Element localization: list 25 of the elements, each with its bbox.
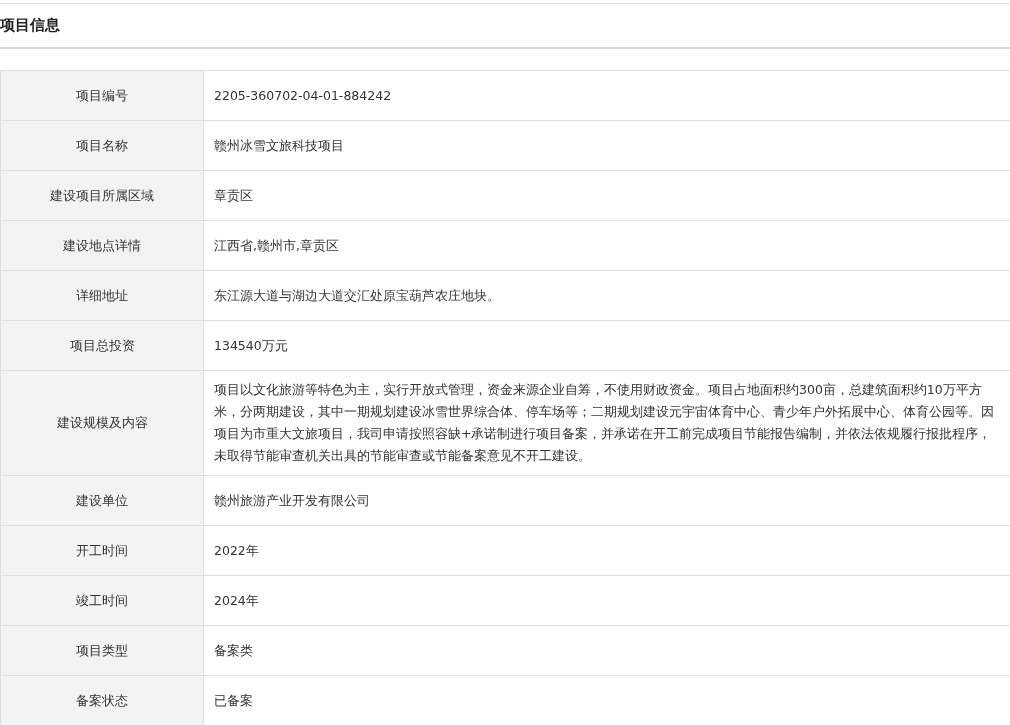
field-value: 备案类: [213, 641, 254, 660]
field-label: 详细地址: [1, 271, 204, 320]
field-label: 竣工时间: [1, 576, 204, 625]
field-label: 项目总投资: [1, 321, 204, 370]
field-value: 赣州旅游产业开发有限公司: [213, 491, 371, 510]
field-value: 2205-360702-04-01-884242: [213, 86, 393, 105]
section-title: 项目信息: [0, 15, 60, 37]
field-value: 2024年: [213, 591, 260, 610]
field-label: 项目名称: [1, 121, 204, 170]
field-value: 2022年: [213, 541, 260, 560]
field-label: 建设项目所属区域: [1, 171, 204, 220]
field-value: 134540万元: [213, 336, 289, 355]
field-value: 江西省,赣州市,章贡区: [213, 236, 340, 255]
field-value: 已备案: [213, 691, 254, 710]
field-label: 备案状态: [1, 676, 204, 725]
field-label: 项目类型: [1, 626, 204, 675]
field-value: 赣州冰雪文旅科技项目: [213, 136, 345, 155]
field-label: 建设地点详情: [1, 221, 204, 270]
field-value: 项目以文化旅游等特色为主，实行开放式管理，资金来源企业自筹，不使用财政资金。项目占地面积约300亩，总建筑面积约10万平方米，分两期建设，其中一期规划建设冰雪世界综合体、停车场等；二期规划建设元宇宙体育中心、青少年户外拓展中心、体育公园等。因项目为市重大文旅项目，我司申请按照容缺+承诺制进行项目备案，并承诺在开工前完成项目节能报告编制，并依法依规履行报批程序，未取得节能审查机关出具的节能审查或节能备案意见不开工建设。: [213, 381, 995, 465]
field-label: 建设规模及内容: [1, 371, 204, 475]
field-label: 项目编号: [1, 71, 204, 120]
field-label: 开工时间: [1, 526, 204, 575]
field-label: 建设单位: [1, 476, 204, 525]
field-value: 章贡区: [213, 186, 254, 205]
field-value: 东江源大道与湖边大道交汇处原宝葫芦农庄地块。: [213, 286, 501, 305]
